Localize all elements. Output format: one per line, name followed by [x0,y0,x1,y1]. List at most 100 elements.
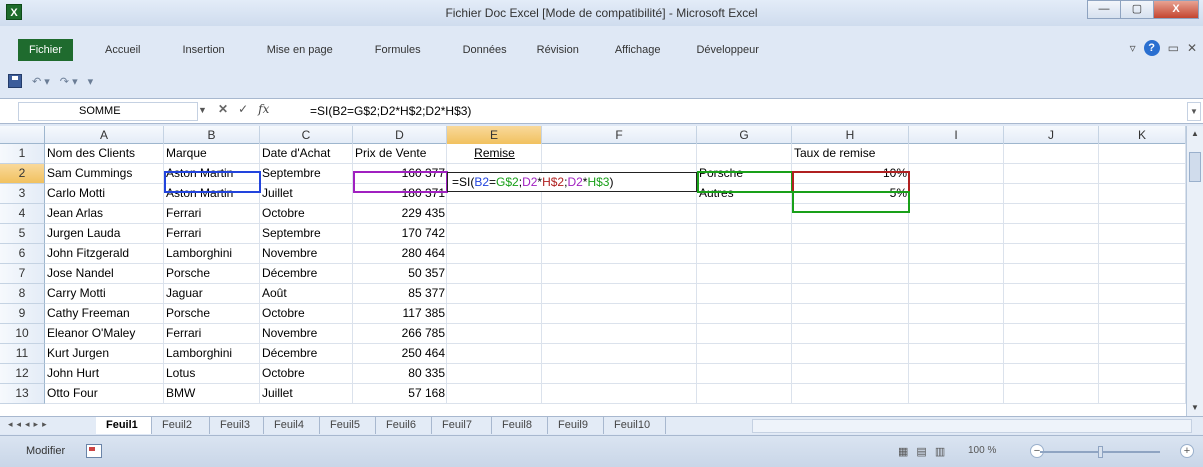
scroll-up-icon[interactable]: ▲ [1187,126,1203,142]
cancel-icon[interactable]: ✕ [218,102,228,116]
undo-icon[interactable]: ↶ ▾ [32,75,50,88]
table-cell[interactable] [542,344,697,364]
sheet-tab[interactable]: Feuil9 [548,417,604,434]
column-header-j[interactable]: J [1004,126,1099,144]
table-cell[interactable] [697,304,792,324]
select-all-corner[interactable] [0,126,45,144]
table-cell[interactable] [1004,304,1099,324]
table-cell[interactable] [1099,264,1186,284]
tab-insert[interactable]: Insertion [172,39,234,61]
insert-function-icon[interactable]: fx [258,102,269,116]
table-cell[interactable] [1004,184,1099,204]
table-cell[interactable] [909,144,1004,164]
row-header[interactable]: 2 [0,164,45,184]
table-cell[interactable] [1099,304,1186,324]
macro-record-icon[interactable] [86,444,102,458]
table-cell[interactable] [542,364,697,384]
minimize-button[interactable]: — [1087,0,1121,19]
table-cell[interactable] [542,304,697,324]
table-cell[interactable] [447,224,542,244]
table-cell[interactable] [542,324,697,344]
name-box-dropdown-icon[interactable]: ▼ [198,105,207,115]
table-cell[interactable] [697,364,792,384]
sheet-tab[interactable]: Feuil10 [604,417,666,434]
table-cell[interactable] [447,284,542,304]
column-header-e[interactable]: E [447,126,542,144]
worksheet-grid[interactable]: A B C D E F G H I J K 1 2 3 4 5 6 7 8 9 10 11 12 13 N… [0,126,1203,416]
row-header[interactable]: 9 [0,304,45,324]
sheet-tab[interactable]: Feuil5 [320,417,376,434]
tab-page-layout[interactable]: Mise en page [257,39,343,61]
table-cell[interactable] [792,264,909,284]
sheet-tab[interactable]: Feuil7 [432,417,492,434]
enter-icon[interactable]: ✓ [238,102,248,116]
row-header[interactable]: 11 [0,344,45,364]
close-workbook-icon[interactable]: ✕ [1187,41,1197,55]
tab-data[interactable]: Données [453,39,517,61]
table-cell[interactable] [909,184,1004,204]
sheet-tab[interactable]: Feuil8 [492,417,548,434]
table-cell[interactable] [697,284,792,304]
column-header-h[interactable]: H [792,126,909,144]
table-cell[interactable] [1099,344,1186,364]
zoom-level[interactable]: 100 % [968,445,996,456]
column-header-b[interactable]: B [164,126,260,144]
table-cell[interactable] [1004,164,1099,184]
column-header-i[interactable]: I [909,126,1004,144]
table-cell[interactable] [909,204,1004,224]
table-cell[interactable] [1004,324,1099,344]
table-cell[interactable] [542,264,697,284]
table-cell[interactable] [909,324,1004,344]
table-cell[interactable] [447,244,542,264]
row-header[interactable]: 1 [0,144,45,164]
row-header[interactable]: 10 [0,324,45,344]
table-cell[interactable] [1099,144,1186,164]
table-cell[interactable] [909,224,1004,244]
table-cell[interactable] [1004,344,1099,364]
page-break-view-icon[interactable]: ▥ [935,445,945,458]
tab-formulas[interactable]: Formules [365,39,431,61]
row-header[interactable]: 5 [0,224,45,244]
table-cell[interactable] [792,204,909,224]
table-cell[interactable] [909,384,1004,404]
column-header-d[interactable]: D [353,126,447,144]
table-cell[interactable] [1004,224,1099,244]
table-cell[interactable] [1099,284,1186,304]
expand-formula-bar-icon[interactable]: ▼ [1187,102,1201,121]
editing-cell-e2[interactable]: =SI(B2=G$2;D2*H$2;D2*H$3) [447,172,697,192]
table-cell[interactable] [909,364,1004,384]
tab-view[interactable]: Affichage [605,39,671,61]
row-header[interactable]: 12 [0,364,45,384]
tab-developer[interactable]: Développeur [686,39,768,61]
table-cell[interactable] [697,244,792,264]
scroll-down-icon[interactable]: ▼ [1187,400,1203,416]
page-layout-view-icon[interactable]: ▤ [916,445,926,458]
table-cell[interactable] [909,284,1004,304]
zoom-slider-thumb[interactable] [1098,446,1103,458]
table-cell[interactable] [1099,244,1186,264]
row-header[interactable]: 7 [0,264,45,284]
zoom-in-icon[interactable]: + [1180,444,1194,458]
table-cell[interactable] [542,244,697,264]
table-cell[interactable] [447,304,542,324]
table-cell[interactable] [1099,364,1186,384]
tab-home[interactable]: Accueil [95,39,150,61]
tab-review[interactable]: Révision [527,39,589,61]
table-cell[interactable] [792,304,909,324]
table-cell[interactable] [697,324,792,344]
table-cell[interactable] [792,224,909,244]
table-cell[interactable] [909,304,1004,324]
column-header-a[interactable]: A [45,126,164,144]
column-header-k[interactable]: K [1099,126,1186,144]
table-cell[interactable] [697,384,792,404]
table-cell[interactable] [1004,284,1099,304]
table-cell[interactable] [1099,204,1186,224]
customize-qat-icon[interactable]: ▾ [88,75,94,88]
table-cell[interactable] [1004,244,1099,264]
save-icon[interactable] [8,74,22,88]
sheet-tab[interactable]: Feuil1 [96,417,152,434]
table-cell[interactable] [697,344,792,364]
table-cell[interactable] [792,324,909,344]
sheet-nav-icons[interactable]: ◂◂◂▸▸ [8,419,51,430]
horizontal-scrollbar[interactable] [752,419,1192,433]
